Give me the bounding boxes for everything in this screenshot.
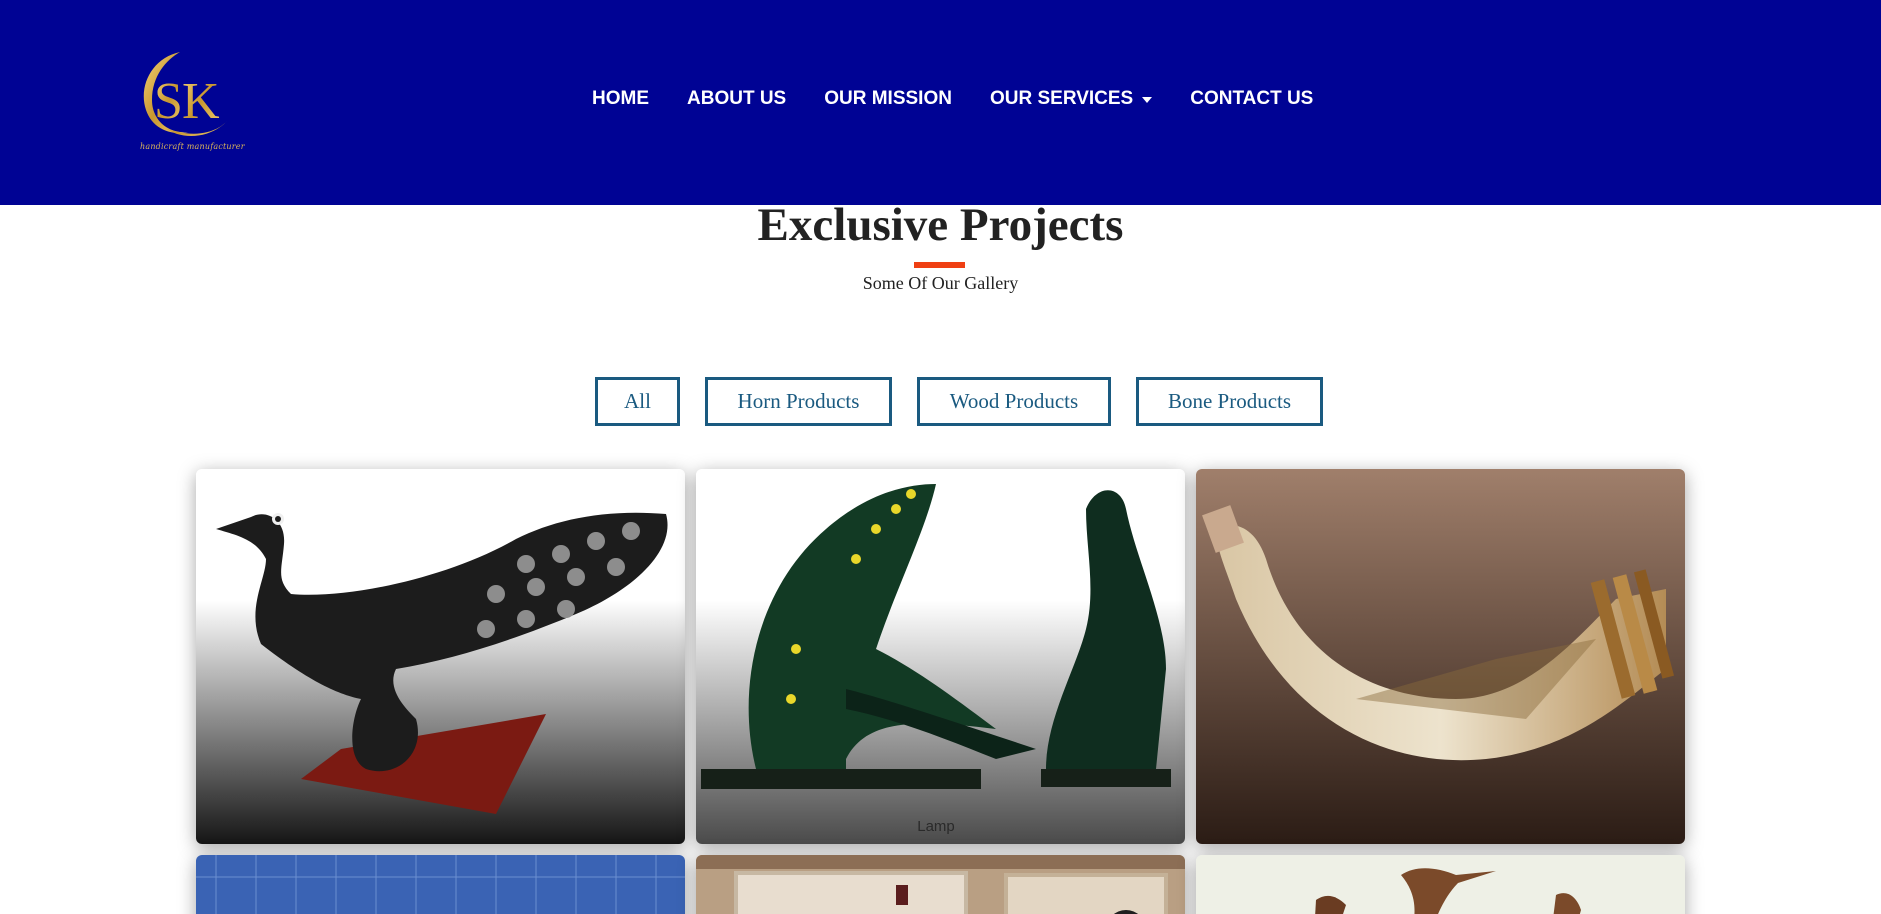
logo-tagline: handicraft manufacturer (140, 142, 245, 151)
section-title: Exclusive Projects (757, 199, 1124, 251)
filter-all-button[interactable]: All (595, 377, 680, 426)
heron-figurines-image (1196, 855, 1685, 914)
horn-lamp-image: Lamp (696, 469, 1185, 844)
logo[interactable]: S K handicraft manufacturer (132, 46, 250, 158)
site-header: S K handicraft manufacturer HOME ABOUT U… (0, 0, 1881, 205)
nav-our-services[interactable]: OUR SERVICES (989, 88, 1153, 110)
nav-our-mission[interactable]: OUR MISSION (824, 88, 952, 110)
gallery-filters: All Horn Products Wood Products Bone Pro… (595, 377, 1323, 426)
nav-our-services-label: OUR SERVICES (989, 88, 1134, 109)
section-subtitle: Some Of Our Gallery (862, 273, 1019, 293)
blue-grid-image (196, 855, 685, 914)
gallery-item-heron-figurines[interactable] (1196, 855, 1685, 914)
nav-contact-us[interactable]: CONTACT US (1190, 88, 1313, 110)
gallery-item-lamp[interactable]: Lamp (696, 469, 1185, 844)
gallery-item-blue-grid[interactable] (196, 855, 685, 914)
svg-text:K: K (182, 73, 220, 130)
main-nav: HOME ABOUT US OUR MISSION OUR SERVICES C… (592, 88, 1313, 110)
svg-text:S: S (154, 73, 183, 130)
gallery-item-peacock[interactable] (196, 469, 685, 844)
horn-peacock-image (196, 469, 685, 844)
filter-wood-products-button[interactable]: Wood Products (917, 377, 1111, 426)
wood-workshop-image (696, 855, 1185, 914)
bone-horn-image (1196, 469, 1685, 844)
nav-about-us[interactable]: ABOUT US (687, 88, 786, 110)
filter-horn-products-button[interactable]: Horn Products (705, 377, 892, 426)
filter-bone-products-button[interactable]: Bone Products (1136, 377, 1323, 426)
lamp-caption: Lamp (917, 818, 955, 835)
title-underline (914, 262, 965, 268)
gallery-item-wood-workshop[interactable] (696, 855, 1185, 914)
caret-down-icon (1142, 97, 1153, 103)
gallery-item-bone-horn[interactable] (1196, 469, 1685, 844)
nav-home[interactable]: HOME (592, 88, 649, 110)
